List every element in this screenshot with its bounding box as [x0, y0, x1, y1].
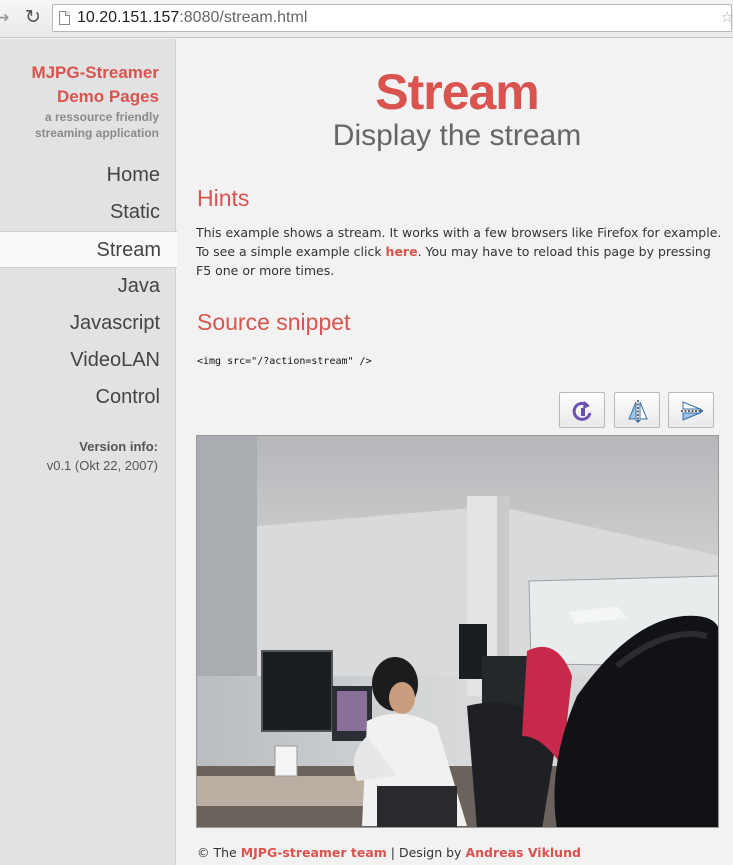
address-bar[interactable]: 10.20.151.157:8080/stream.html ☆ — [52, 4, 733, 32]
team-link[interactable]: MJPG-streamer team — [241, 845, 387, 860]
flip-vertical-icon — [628, 400, 648, 423]
hints-text: This example shows a stream. It works wi… — [196, 223, 726, 280]
brand-tagline-line2: streaming application — [34, 126, 159, 140]
brand-title-line1: MJPG-Streamer — [31, 63, 159, 82]
page-subtitle: Display the stream — [332, 119, 582, 152]
url-text[interactable]: 10.20.151.157:8080/stream.html — [77, 9, 307, 27]
back-icon[interactable]: ➜ — [0, 10, 10, 26]
nav-item-static[interactable]: Static — [0, 194, 176, 231]
sidebar: MJPG-Streamer Demo Pages a ressource fri… — [0, 39, 177, 865]
here-link[interactable]: here — [386, 244, 418, 259]
browser-toolbar: ➜ ↻ 10.20.151.157:8080/stream.html ☆ — [0, 0, 733, 38]
url-host: 10.20.151.157 — [77, 9, 180, 26]
nav-item-videolan[interactable]: VideoLAN — [0, 342, 176, 379]
flip-horizontal-button[interactable] — [668, 392, 714, 428]
nav-item-stream[interactable]: Stream — [0, 231, 177, 268]
brand: MJPG-Streamer Demo Pages a ressource fri… — [31, 61, 159, 141]
reload-icon[interactable]: ↻ — [22, 6, 44, 28]
footer-separator: | Design by — [386, 845, 466, 860]
flip-horizontal-icon — [681, 401, 703, 421]
main-content: Stream Display the stream Hints This exa… — [177, 39, 733, 865]
webcam-frame — [197, 436, 718, 827]
nav-item-java[interactable]: Java — [0, 268, 176, 305]
page-icon — [59, 11, 70, 25]
nav-item-javascript[interactable]: Javascript — [0, 305, 176, 342]
rotate-icon — [572, 401, 592, 421]
nav-item-control[interactable]: Control — [0, 379, 176, 416]
footer: © The MJPG-streamer team | Design by And… — [197, 845, 581, 860]
sidebar-nav: Home Static Stream Java Javascript Video… — [0, 157, 177, 416]
version-label: Version info: — [79, 439, 158, 454]
bookmark-star-icon[interactable]: ☆ — [721, 8, 733, 26]
designer-link[interactable]: Andreas Viklund — [465, 845, 580, 860]
brand-tagline-line1: a ressource friendly — [44, 110, 159, 124]
footer-prefix: © The — [197, 845, 241, 860]
stream-image — [196, 435, 719, 828]
brand-title-line2: Demo Pages — [56, 87, 159, 106]
rotate-button[interactable] — [559, 392, 605, 428]
snippet-heading: Source snippet — [197, 309, 351, 335]
flip-vertical-button[interactable] — [614, 392, 660, 428]
version-value: v0.1 (Okt 22, 2007) — [46, 458, 158, 473]
source-snippet-code: <img src="/?action=stream" /> — [197, 356, 372, 367]
url-path: :8080/stream.html — [179, 9, 308, 26]
hints-heading: Hints — [197, 185, 250, 211]
nav-item-home[interactable]: Home — [0, 157, 176, 194]
page-title: Stream — [375, 64, 540, 120]
version-info: Version info: v0.1 (Okt 22, 2007) — [47, 437, 158, 475]
